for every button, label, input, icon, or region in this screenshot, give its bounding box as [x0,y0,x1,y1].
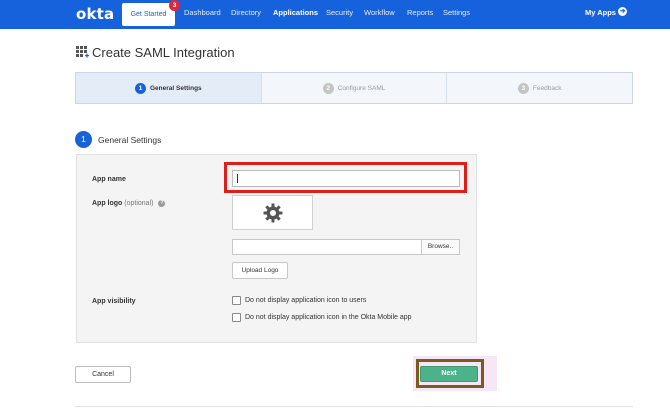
top-nav-bar: okta Get Started 3 Dashboard Directory A… [0,0,670,29]
app-name-label: App name [92,176,126,183]
step-feedback: 3 Feedback [447,73,632,103]
browse-button[interactable]: Browse.. [421,239,460,255]
upload-logo-button[interactable]: Upload Logo [232,262,288,279]
gear-icon [263,203,282,222]
nav-item-dashboard[interactable]: Dashboard [184,8,221,18]
nav-item-applications[interactable]: Applications [273,8,318,18]
notification-badge: 3 [169,0,180,11]
logo-preview [232,195,313,230]
arrow-right-circle-icon[interactable]: ➔ [618,7,627,16]
app-name-input[interactable] [232,170,460,187]
step-configure-saml: 2 Configure SAML [262,73,448,103]
hide-icon-users-label: Do not display application icon to users [245,297,367,304]
step-label: Feedback [532,84,562,92]
step-label: General Settings [150,84,202,92]
step-general-settings: 1 General Settings [76,73,262,103]
text-caret [237,174,238,183]
nav-item-workflow[interactable]: Workflow [364,8,395,18]
step-number: 3 [517,82,529,94]
step-number: 1 [135,82,146,94]
app-logo-label-text: App logo [92,200,123,207]
next-button[interactable]: Next [420,366,478,382]
nav-item-directory[interactable]: Directory [231,8,261,18]
apps-grid-icon [76,46,89,58]
hide-icon-users-checkbox[interactable] [232,296,241,305]
my-apps-link[interactable]: My Apps [585,8,616,18]
app-visibility-label: App visibility [92,298,136,305]
step-label: Configure SAML [337,84,386,92]
nav-item-reports[interactable]: Reports [407,8,433,18]
wizard-stepper: 1 General Settings 2 Configure SAML 3 Fe… [75,72,633,104]
hide-icon-mobile-label: Do not display application icon in the O… [245,314,412,321]
hide-icon-mobile-checkbox[interactable] [232,313,241,322]
section-number: 1 [75,131,92,148]
help-icon[interactable]: ? [158,199,166,207]
get-started-button[interactable]: Get Started [122,3,175,26]
page-title: Create SAML Integration [92,45,235,60]
nav-item-settings[interactable]: Settings [443,8,470,18]
divider [75,406,633,407]
app-logo-label: App logo (optional) ? [92,199,166,208]
optional-hint: (optional) [124,200,154,207]
section-title: General Settings [98,135,162,145]
okta-logo[interactable]: okta [76,5,114,23]
cancel-button[interactable]: Cancel [75,366,131,383]
logo-file-path-field[interactable] [232,239,422,255]
nav-item-security[interactable]: Security [326,8,353,18]
step-number: 2 [322,82,334,94]
